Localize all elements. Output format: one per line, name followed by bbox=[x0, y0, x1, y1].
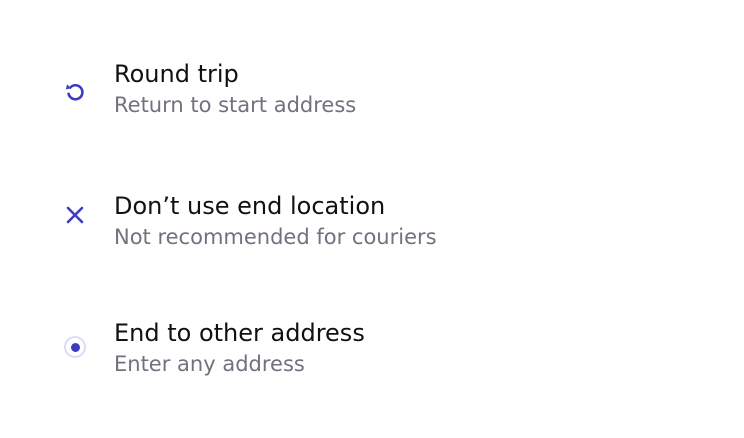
refresh-icon bbox=[60, 76, 90, 106]
option-subtitle: Return to start address bbox=[114, 93, 357, 117]
option-title: End to other address bbox=[114, 319, 365, 347]
option-title: Don’t use end location bbox=[114, 192, 386, 220]
radio-selected-icon bbox=[60, 332, 90, 362]
option-title: Round trip bbox=[114, 60, 239, 88]
option-no-end-location[interactable]: Don’t use end location Not recommended f… bbox=[0, 177, 744, 267]
radio-inner-ring bbox=[66, 338, 84, 356]
radio-outer-ring bbox=[64, 336, 86, 358]
option-subtitle: Not recommended for couriers bbox=[114, 225, 437, 249]
radio-dot bbox=[70, 342, 80, 352]
close-icon bbox=[60, 200, 90, 230]
option-other-address[interactable]: End to other address Enter any address bbox=[0, 304, 744, 394]
option-subtitle: Enter any address bbox=[114, 352, 305, 376]
option-round-trip[interactable]: Round trip Return to start address bbox=[0, 45, 744, 135]
